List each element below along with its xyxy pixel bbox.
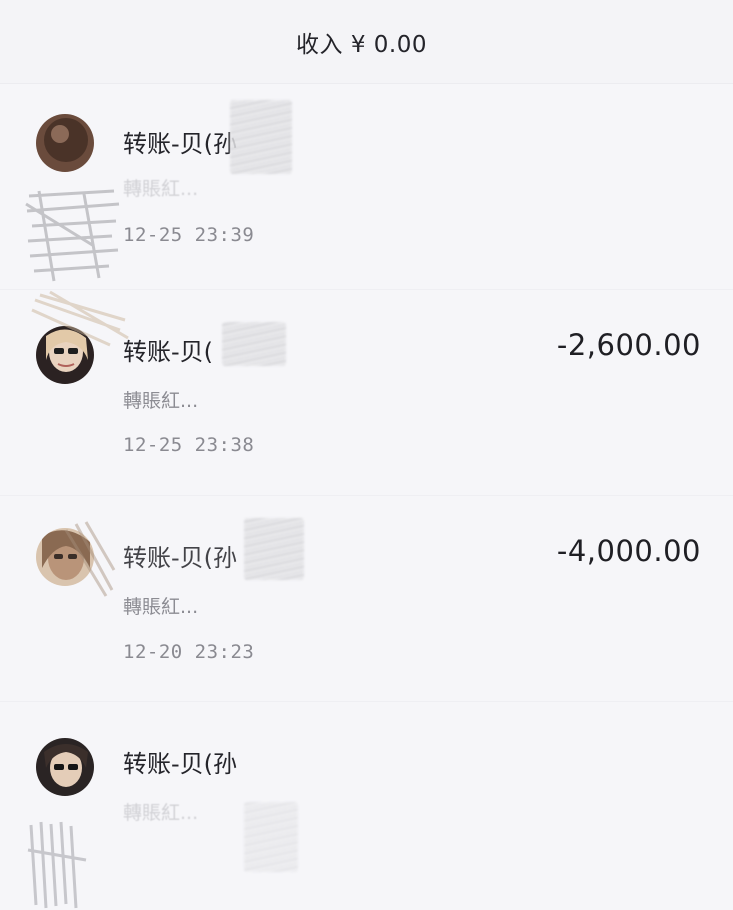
transaction-row[interactable]: 转账-贝( 轉賬紅... 12-25 23:38 -2,600.00 [0,290,733,496]
transaction-title: 转账-贝(孙 [123,544,238,572]
redaction-scribble [230,100,292,174]
transaction-time: 12-25 23:39 [123,224,255,246]
avatar [36,114,94,172]
redaction-scribble [222,322,286,366]
avatar [36,326,94,384]
transaction-row[interactable]: 转账-贝(孙 轉賬紅... 12-25 23:39 [0,84,733,290]
transaction-amount: -2,600.00 [556,328,701,362]
transaction-subtitle: 轉賬紅... [123,390,199,412]
income-header: 收入 ¥ 0.00 [0,0,733,84]
avatar [36,738,94,796]
redaction-scribble [244,518,304,580]
transaction-title: 转账-贝( [123,338,214,366]
transaction-subtitle: 轉賬紅... [123,802,199,824]
scribble-mask [25,189,120,282]
scribble-mask [27,821,87,909]
transaction-time: 12-20 23:23 [123,641,255,663]
avatar [36,528,94,586]
redaction-scribble [244,802,298,872]
transaction-subtitle: 轉賬紅... [123,596,199,618]
transaction-row[interactable]: 转账-贝(孙 轉賬紅... 12-20 23:23 -4,000.00 [0,496,733,702]
transaction-row[interactable]: 转账-贝(孙 轉賬紅... [0,702,733,909]
transaction-amount: -4,000.00 [556,534,701,568]
transaction-title: 转账-贝(孙 [123,750,238,778]
transaction-subtitle: 轉賬紅... [123,178,199,200]
income-summary: 收入 ¥ 0.00 [296,31,427,58]
transaction-time: 12-25 23:38 [123,434,255,456]
transaction-title: 转账-贝(孙 [123,130,238,158]
